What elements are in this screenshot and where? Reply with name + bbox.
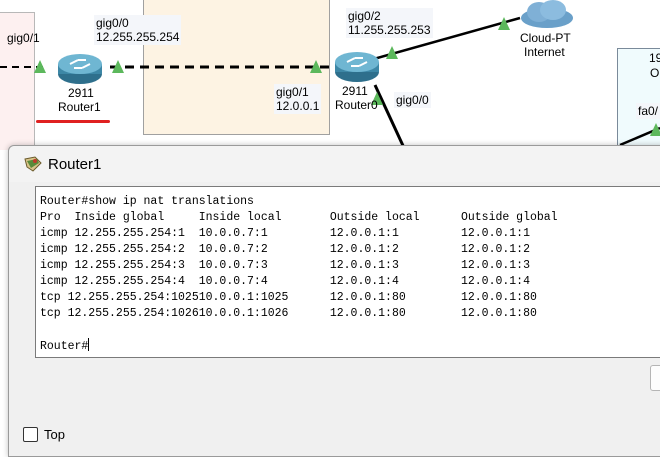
- network-topology-canvas[interactable]: gig0/1 gig0/0 12.255.255.254 2911 Router…: [0, 0, 660, 150]
- router1-name[interactable]: Router1: [58, 100, 101, 114]
- port-ip: 12.0.0.1: [276, 99, 320, 113]
- router0-name[interactable]: Router0: [335, 98, 378, 112]
- port-name: gig0/2: [348, 9, 381, 23]
- selection-underline: [36, 120, 110, 123]
- top-checkbox-label: Top: [44, 427, 65, 442]
- cli-terminal[interactable]: Router#show ip nat translations Pro Insi…: [35, 186, 660, 358]
- router0-model: 2911: [342, 84, 368, 98]
- cloud-icon[interactable]: [519, 0, 575, 30]
- prompt-text: Router#: [40, 340, 89, 353]
- text-cursor: [88, 338, 90, 351]
- terminal-line: Pro Inside global Inside local Outside l…: [40, 211, 558, 224]
- right-area-label-mid: O: [650, 66, 660, 80]
- window-titlebar[interactable]: Router1: [9, 146, 660, 182]
- port-ip: 12.255.255.254: [96, 30, 180, 44]
- terminal-prompt[interactable]: Router#: [40, 338, 90, 355]
- router1-window[interactable]: Router1 Router#show ip nat translations …: [8, 145, 660, 457]
- side-button[interactable]: [650, 365, 660, 391]
- terminal-line: tcp 12.255.255.254:102610.0.0.1:1026 12.…: [40, 307, 537, 320]
- port-label-router0-gig00: gig0/0: [394, 92, 431, 108]
- terminal-line: icmp 12.255.255.254:1 10.0.0.7:1 12.0.0.…: [40, 227, 530, 240]
- port-label-left: gig0/1: [7, 31, 40, 45]
- terminal-line: tcp 12.255.255.254:102510.0.0.1:1025 12.…: [40, 291, 537, 304]
- top-checkbox[interactable]: [23, 427, 38, 442]
- port-label-router1-gig00: gig0/0 12.255.255.254: [94, 15, 182, 45]
- port-ip: 11.255.255.253: [348, 23, 431, 37]
- port-name: gig0/0: [96, 16, 129, 30]
- terminal-line: icmp 12.255.255.254:2 10.0.0.7:2 12.0.0.…: [40, 243, 530, 256]
- port-label-router0-gig02: gig0/2 11.255.255.253: [346, 8, 433, 38]
- router1-model: 2911: [68, 86, 94, 100]
- cloud-type: Cloud-PT: [520, 31, 571, 45]
- window-title: Router1: [48, 156, 102, 173]
- packet-tracer-app-icon: [24, 156, 42, 172]
- router-icon[interactable]: [333, 50, 381, 84]
- right-area-label-top: 19: [649, 51, 660, 65]
- port-name: gig0/1: [276, 85, 309, 99]
- terminal-line: icmp 12.255.255.254:4 10.0.0.7:4 12.0.0.…: [40, 275, 530, 288]
- right-area-port-label: fa0/: [636, 103, 660, 119]
- port-label-router0-gig01: gig0/1 12.0.0.1: [274, 84, 322, 114]
- router-icon[interactable]: [56, 52, 104, 86]
- terminal-line: Router#show ip nat translations: [40, 195, 254, 208]
- cloud-name[interactable]: Internet: [524, 45, 565, 59]
- terminal-line: icmp 12.255.255.254:3 10.0.0.7:3 12.0.0.…: [40, 259, 530, 272]
